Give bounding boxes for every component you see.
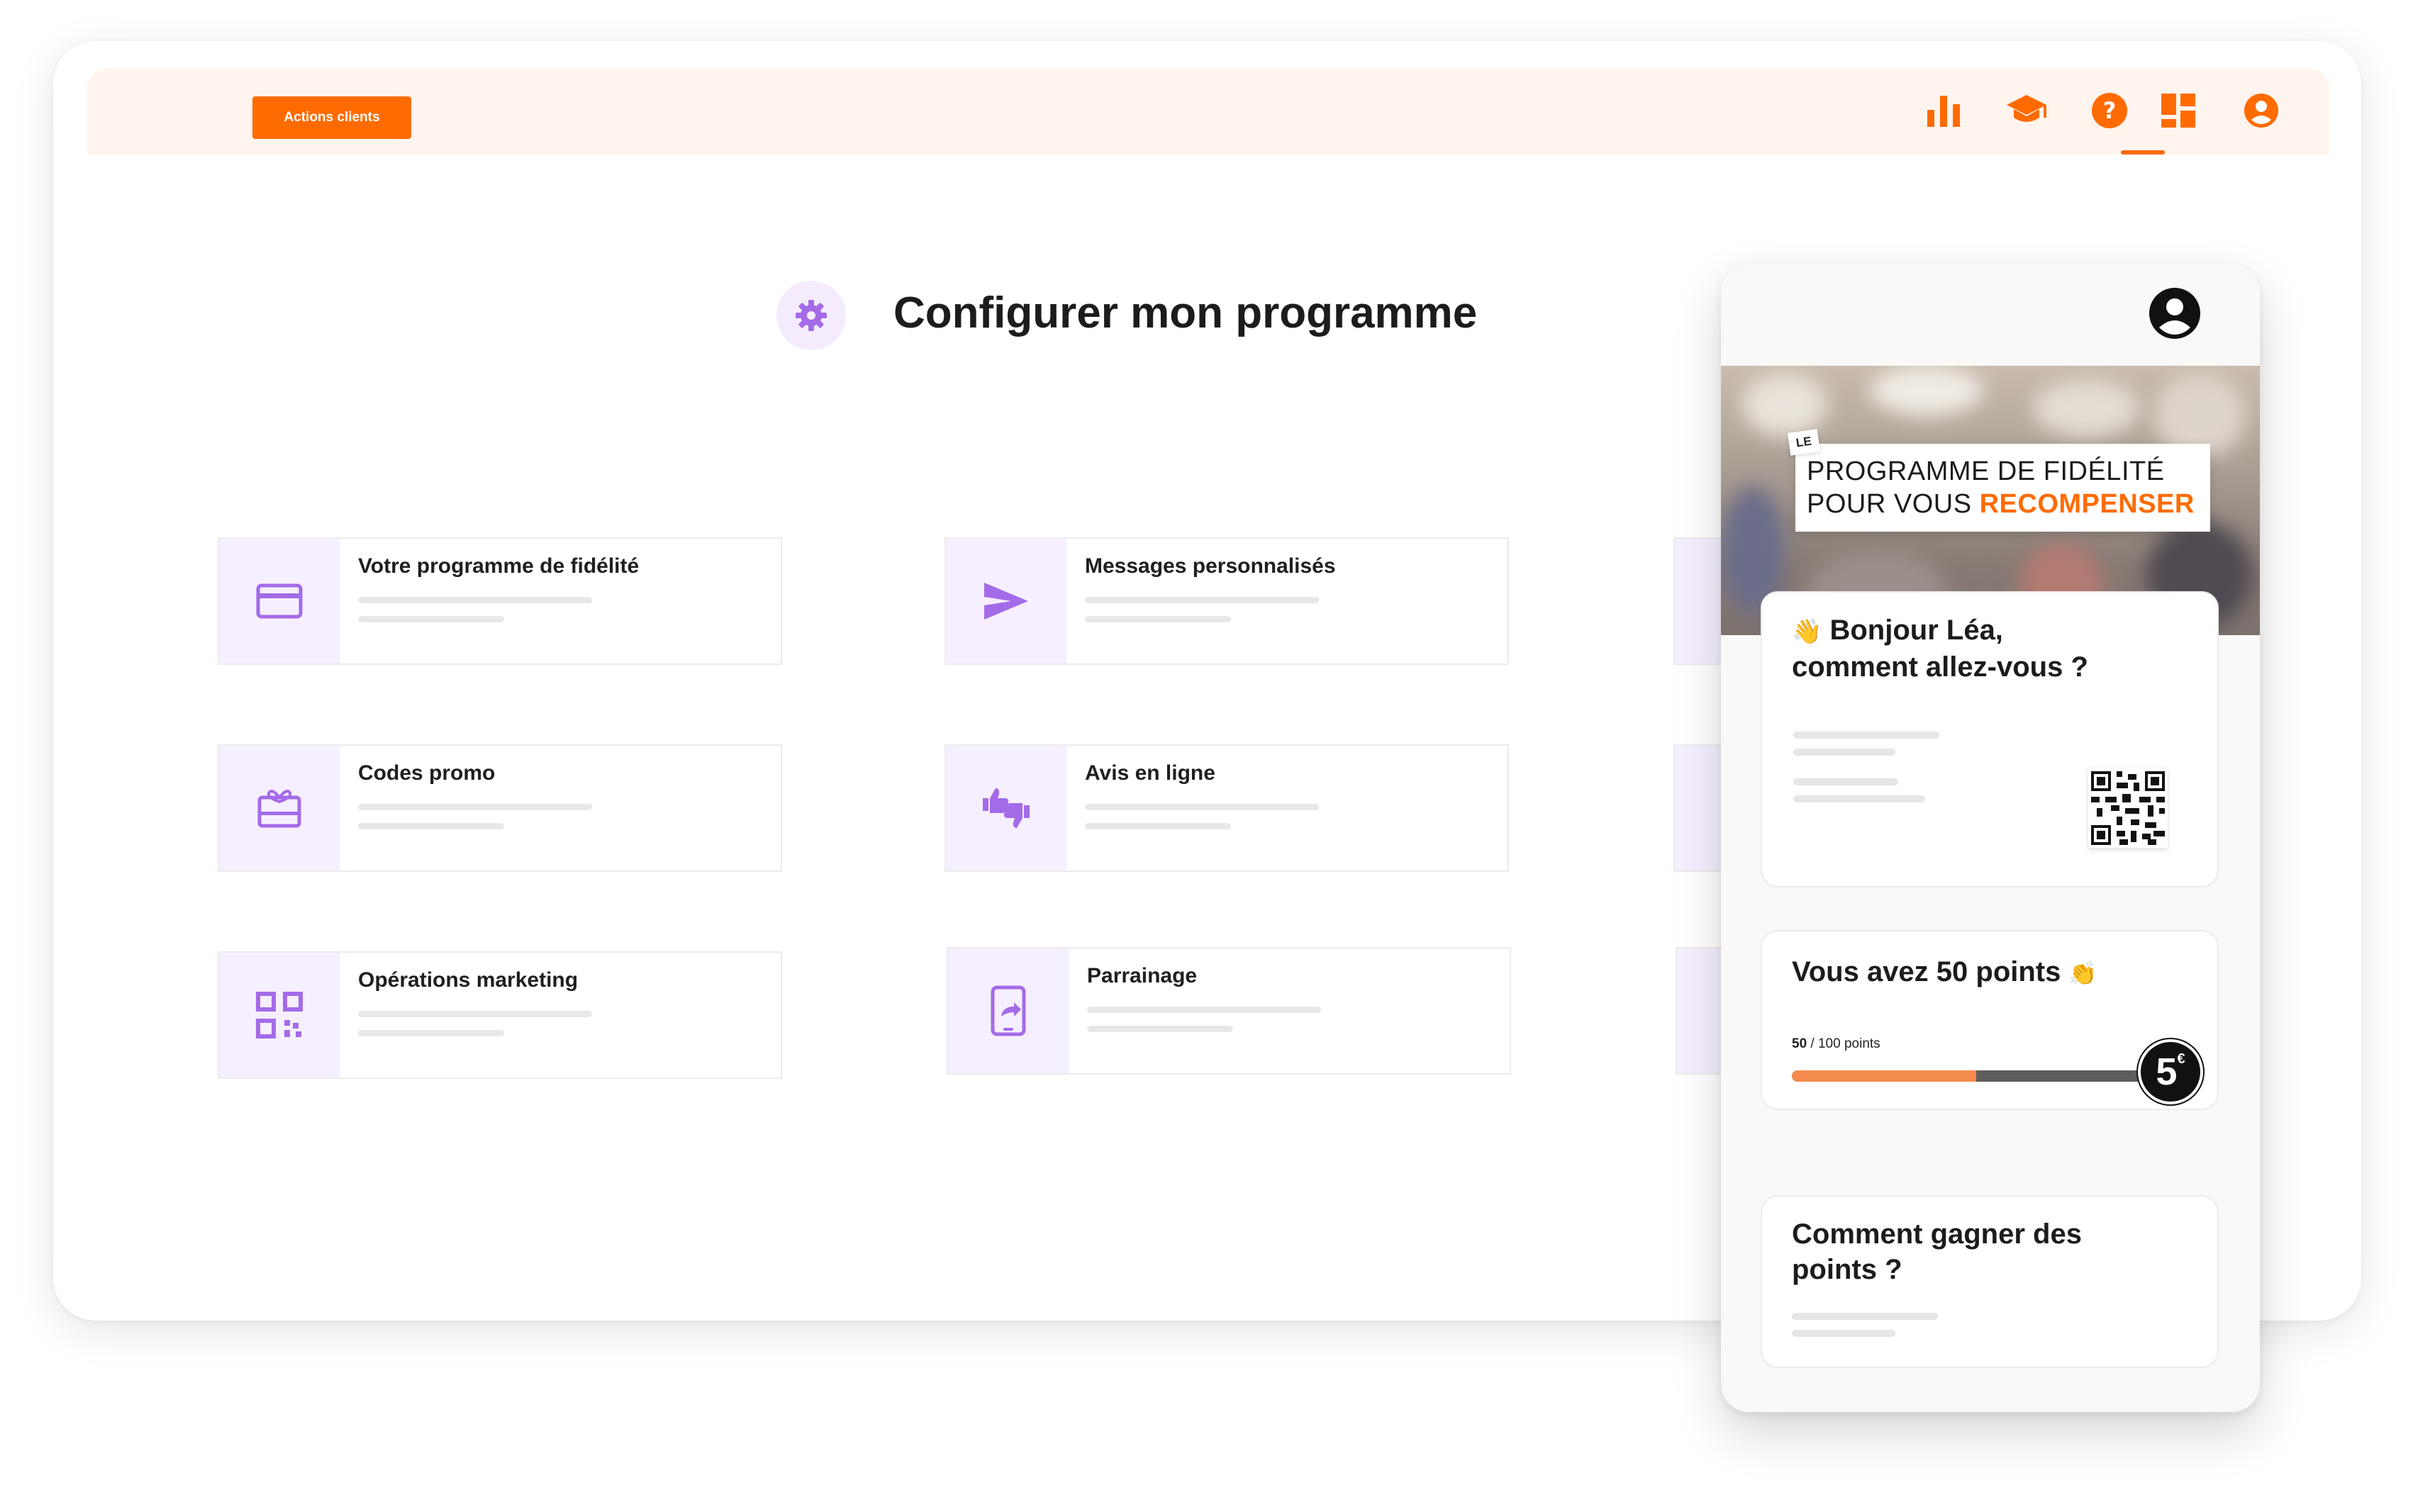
greeting-subtitle: comment allez-vous ? [1792,651,2088,683]
gift-card-icon [257,790,301,828]
credit-card-icon [256,583,303,619]
active-nav-indicator [2121,150,2165,155]
card-title: Parrainage [1087,964,1198,987]
card-loyalty-program[interactable]: Votre programme de fidélité [218,537,782,665]
settings-badge [776,281,846,350]
card-promo-codes[interactable]: Codes promo [218,744,782,872]
user-account-icon[interactable] [2240,89,2283,132]
points-title: Vous avez 50 points [1792,956,2061,987]
user-avatar-icon[interactable] [2148,286,2202,340]
hero-tagline: PROGRAMME DE FIDÉLITÉ POUR VOUS RECOMPEN… [1795,444,2210,532]
chart-bar-icon[interactable] [1922,89,1965,132]
earn-points-title: Comment gagner des points ? [1792,1219,2082,1285]
points-progress-bar [1792,1070,2161,1082]
card-title: Opérations marketing [358,968,579,992]
mobile-app-preview: LE PROGRAMME DE FIDÉLITÉ POUR VOUS RECOM… [1721,264,2260,1412]
card-online-reviews[interactable]: Avis en ligne [944,744,1509,872]
member-qr-code[interactable] [2088,768,2168,848]
greeting-card: 👋 Bonjour Léa, comment allez-vous ? [1761,591,2219,887]
send-icon [984,583,1028,620]
graduation-cap-icon[interactable] [2005,89,2048,132]
greeting-title: Bonjour Léa, [1829,615,2003,646]
actions-clients-button[interactable]: Actions clients [252,96,411,139]
dashboard-icon[interactable] [2157,89,2200,132]
page-title: Configurer mon programme [893,289,1478,337]
points-card: Vous avez 50 points 👏 50 / 100 points 5 € [1761,930,2219,1110]
earn-points-card[interactable]: Comment gagner des points ? [1761,1195,2219,1368]
clap-emoji: 👏 [2068,960,2097,987]
wave-emoji: 👋 [1792,617,1822,646]
card-title: Messages personnalisés [1085,554,1336,578]
qr-code-icon [256,992,303,1038]
hero-accent-word: RECOMPENSER [1979,489,2195,519]
card-title: Avis en ligne [1085,761,1215,785]
card-marketing-operations[interactable]: Opérations marketing [218,951,782,1079]
thumbs-up-down-icon [983,788,1030,828]
hero-line-1: PROGRAMME DE FIDÉLITÉ [1807,457,2165,486]
card-personalized-messages[interactable]: Messages personnalisés [944,537,1509,665]
help-icon[interactable]: ? [2088,89,2131,132]
card-title: Votre programme de fidélité [358,554,640,578]
card-title: Codes promo [358,761,496,785]
hero-line-2: POUR VOUS [1807,489,1972,519]
top-navigation-bar: Actions clients ? [87,68,2329,155]
phone-share-icon [991,985,1026,1036]
gear-icon [796,300,827,331]
hero-badge-le: LE [1787,429,1820,456]
svg-text:?: ? [2103,97,2117,124]
card-referral[interactable]: Parrainage [947,947,1511,1075]
points-progress-fill [1792,1070,1976,1082]
reward-badge: 5 € [2138,1039,2203,1104]
points-progress-label: 50 / 100 points [1792,1036,1880,1051]
